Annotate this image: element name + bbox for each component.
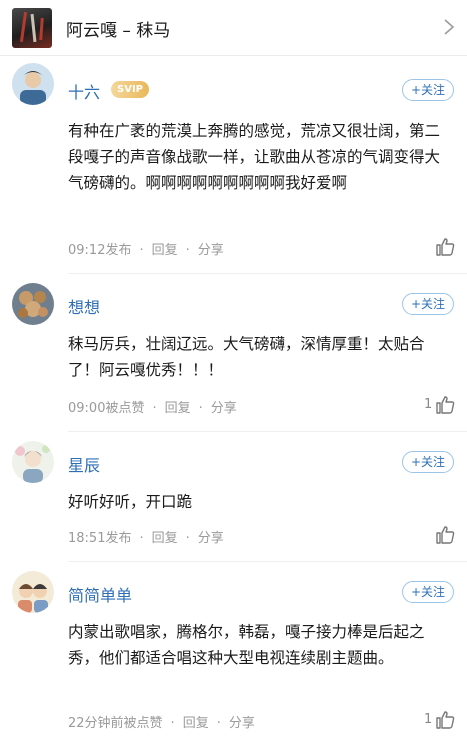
like-count: 1 [424,712,433,727]
avatar[interactable] [12,283,54,325]
comment-time: 09:12发布 [68,243,132,258]
thumbs-up-icon[interactable] [434,236,456,258]
divider [68,561,467,562]
reply-button[interactable]: 回复 [183,712,209,731]
reply-button[interactable]: 回复 [152,239,178,258]
share-button[interactable]: 分享 [211,397,237,416]
thumbs-up-icon[interactable] [434,394,456,416]
comment-time: 22分钟前被点赞 [68,716,163,731]
reply-button[interactable]: 回复 [165,397,191,416]
follow-button[interactable]: +关注 [402,581,454,603]
comment-time: 09:00被点赞 [68,401,145,416]
username[interactable]: 星辰 [68,452,100,476]
comment-text: 内蒙出歌唱家，腾格尔，韩磊，嘎子接力棒是后起之秀，他们都适合唱这种大型电视连续剧… [68,623,425,667]
follow-button[interactable]: +关注 [402,79,454,101]
thumbs-up-icon[interactable] [434,709,456,731]
avatar[interactable] [12,571,54,613]
comment-time: 18:51发布 [68,531,132,546]
follow-button[interactable]: +关注 [402,451,454,473]
comment-text: 秣马厉兵，壮阔辽远。大气磅礴，深情厚重！太贴合了！阿云嘎优秀！！！ [68,335,425,379]
follow-button[interactable]: +关注 [402,293,454,315]
share-button[interactable]: 分享 [229,712,255,731]
chevron-right-icon[interactable] [441,16,457,38]
comment-meta: 18:51发布 · 回复 · 分享 [68,527,224,546]
username[interactable]: 简简单单 [68,582,132,606]
username[interactable]: 十六 [68,79,100,103]
thumbs-up-icon[interactable] [434,524,456,546]
share-button[interactable]: 分享 [198,527,224,546]
comment-meta: 22分钟前被点赞 · 回复 · 分享 [68,712,255,731]
avatar[interactable] [12,63,54,105]
svip-badge: SVIP [111,81,149,98]
comment-meta: 09:00被点赞 · 回复 · 分享 [68,397,237,416]
song-cover-image [12,8,52,48]
username[interactable]: 想想 [68,294,100,318]
share-button[interactable]: 分享 [198,239,224,258]
avatar[interactable] [12,441,54,483]
song-header[interactable]: 阿云嘎 – 秣马 [0,0,467,56]
like-count: 1 [424,397,433,412]
reply-button[interactable]: 回复 [152,527,178,546]
divider [68,431,467,432]
song-title: 阿云嘎 – 秣马 [66,21,171,41]
comment-text: 有种在广袤的荒漠上奔腾的感觉，荒凉又很壮阔，第二段嘎子的声音像战歌一样，让歌曲从… [68,122,441,192]
divider [68,273,467,274]
comment-text: 好听好听，开口跪 [68,493,193,511]
comment-meta: 09:12发布 · 回复 · 分享 [68,239,224,258]
